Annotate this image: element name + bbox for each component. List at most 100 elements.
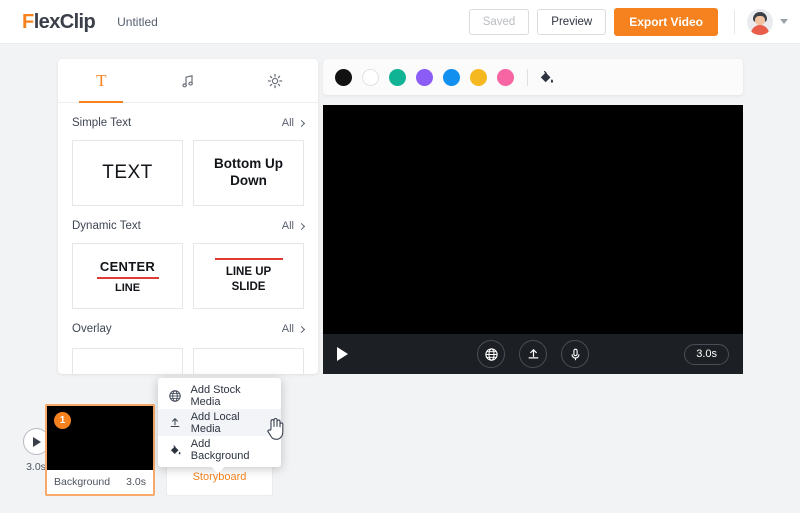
template-label-line1: LINE UP xyxy=(225,265,272,278)
color-swatch-white[interactable] xyxy=(362,68,379,86)
stage: 3.0s xyxy=(323,59,743,374)
section-header-overlay: Overlay All xyxy=(72,312,306,346)
color-swatch-purple[interactable] xyxy=(416,68,433,86)
avatar[interactable] xyxy=(747,8,773,35)
template-card-line-up-slide[interactable]: LINE UP SLIDE xyxy=(193,243,304,309)
header-actions: Saved Preview Export Video xyxy=(461,7,788,36)
see-all-label: All xyxy=(281,323,294,335)
overlay-cards xyxy=(72,346,304,374)
upload-icon xyxy=(528,348,538,358)
player-controls: 3.0s xyxy=(323,334,743,374)
section-header-simple-text: Simple Text All xyxy=(72,106,306,140)
microphone-button[interactable] xyxy=(561,340,589,368)
see-all-overlay[interactable]: All xyxy=(281,323,306,335)
player-tools xyxy=(477,340,589,368)
color-swatch-pink[interactable] xyxy=(497,68,514,86)
menu-item-label: Add Stock Media xyxy=(190,383,241,408)
workspace: T Simple Text All TEXT Bottom Up Down Dy… xyxy=(0,44,800,474)
logo-wordmark: lexClip xyxy=(33,10,96,33)
menu-item-label: Add Background xyxy=(190,437,250,462)
see-all-simple-text[interactable]: All xyxy=(281,117,306,129)
accent-rule xyxy=(214,257,283,260)
template-card-overlay[interactable] xyxy=(193,348,304,374)
text-icon: T xyxy=(96,70,107,90)
color-toolbar xyxy=(323,59,743,95)
accent-rule xyxy=(96,276,159,279)
color-swatch-black[interactable] xyxy=(335,68,352,86)
template-label: TEXT xyxy=(102,162,153,183)
template-label-main: CENTER xyxy=(99,258,156,274)
template-label-line2: Down xyxy=(230,173,267,188)
template-card-center-line[interactable]: CENTER LINE xyxy=(72,243,183,309)
active-tab-indicator xyxy=(79,100,124,103)
chevron-right-icon xyxy=(297,222,306,230)
app-header: F lexClip Untitled Saved Preview Export … xyxy=(0,0,800,44)
gear-icon xyxy=(267,73,282,88)
tab-settings[interactable] xyxy=(231,59,318,103)
add-media-context-menu: Add Stock Media Add Local Media Add Back… xyxy=(158,378,281,474)
template-card-overlay[interactable] xyxy=(72,348,183,374)
chevron-right-icon xyxy=(297,119,306,127)
section-title: Dynamic Text xyxy=(72,220,141,232)
timeline-clip-1[interactable]: 1 Background 3.0s xyxy=(45,404,155,496)
see-all-label: All xyxy=(281,220,294,232)
flexclip-logo[interactable]: F lexClip xyxy=(22,10,96,33)
panel-content: Simple Text All TEXT Bottom Up Down Dyna… xyxy=(58,106,318,374)
tab-music[interactable] xyxy=(145,59,232,103)
template-card-text[interactable]: TEXT xyxy=(72,140,183,206)
template-label-line1: Bottom Up xyxy=(214,156,283,172)
chevron-right-icon xyxy=(297,325,306,333)
clip-footer: Background 3.0s xyxy=(47,470,153,494)
menu-item-add-background[interactable]: Add Background xyxy=(158,436,281,463)
flexclip-editor: F lexClip Untitled Saved Preview Export … xyxy=(0,0,800,513)
assets-panel: T Simple Text All TEXT Bottom Up Down Dy… xyxy=(58,59,318,374)
music-note-icon xyxy=(182,74,193,87)
toolbar-divider xyxy=(527,68,528,86)
color-swatch-amber[interactable] xyxy=(470,68,487,86)
paint-bucket-icon xyxy=(168,443,183,457)
clip-duration-button[interactable]: 3.0s xyxy=(684,343,729,365)
storyboard-label: Storyboard xyxy=(192,471,247,483)
export-video-button[interactable]: Export Video xyxy=(614,7,718,36)
account-menu[interactable] xyxy=(747,8,788,35)
see-all-dynamic-text[interactable]: All xyxy=(281,220,306,232)
paint-bucket-icon[interactable] xyxy=(537,68,555,86)
section-title: Overlay xyxy=(72,323,112,335)
section-header-dynamic-text: Dynamic Text All xyxy=(72,209,306,243)
color-swatch-blue[interactable] xyxy=(443,68,460,86)
panel-tabs: T xyxy=(58,59,318,103)
tab-text[interactable]: T xyxy=(58,59,145,103)
play-icon[interactable] xyxy=(337,347,348,361)
clip-duration: 3.0s xyxy=(126,476,146,488)
menu-item-add-stock-media[interactable]: Add Stock Media xyxy=(158,382,281,409)
video-preview: 3.0s xyxy=(323,105,743,374)
simple-text-cards: TEXT Bottom Up Down xyxy=(72,140,304,206)
template-card-bottom-up-down[interactable]: Bottom Up Down xyxy=(193,140,304,206)
globe-button[interactable] xyxy=(477,340,505,368)
play-icon xyxy=(33,436,41,447)
upload-button[interactable] xyxy=(519,340,547,368)
see-all-label: All xyxy=(281,117,294,129)
avatar-body xyxy=(751,24,769,35)
upload-icon xyxy=(168,416,183,430)
color-swatch-teal[interactable] xyxy=(389,68,406,86)
avatar-face xyxy=(755,15,765,25)
logo-f-mark: F xyxy=(22,10,34,33)
template-label-sub: LINE xyxy=(114,281,141,294)
section-title: Simple Text xyxy=(72,117,132,129)
globe-icon xyxy=(168,389,183,403)
document-title[interactable]: Untitled xyxy=(117,15,158,29)
preview-button[interactable]: Preview xyxy=(537,8,607,35)
chevron-down-icon[interactable] xyxy=(780,19,788,24)
menu-item-add-local-media[interactable]: Add Local Media xyxy=(158,409,281,436)
saved-status-button: Saved xyxy=(468,8,530,35)
globe-icon xyxy=(484,347,498,361)
video-canvas[interactable] xyxy=(323,105,743,334)
dynamic-text-cards: CENTER LINE LINE UP SLIDE xyxy=(72,243,304,309)
microphone-icon xyxy=(571,348,579,360)
clip-name: Background xyxy=(54,476,111,488)
clip-thumbnail[interactable]: 1 xyxy=(47,406,153,470)
template-label-line2: SLIDE xyxy=(231,280,266,293)
menu-item-label: Add Local Media xyxy=(190,410,240,435)
header-divider xyxy=(734,9,735,34)
